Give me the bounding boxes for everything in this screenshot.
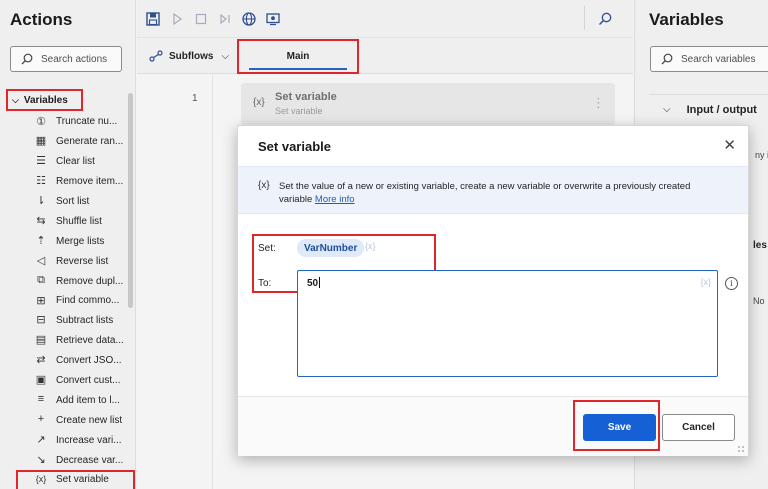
cancel-button[interactable]: Cancel <box>662 414 735 441</box>
value-input[interactable]: 50 {x} <box>297 270 718 377</box>
variable-picker-icon[interactable]: {x} <box>365 241 376 251</box>
info-icon[interactable]: i <box>725 277 738 290</box>
dialog-info-banner: {x} Set the value of a new or existing v… <box>238 166 748 214</box>
dialog-footer: Save Cancel <box>238 396 748 456</box>
to-label: To: <box>258 278 272 289</box>
value-input-text: 50 <box>307 278 319 289</box>
dialog-title: Set variable <box>258 139 331 154</box>
variable-name-chip[interactable]: VarNumber <box>297 239 365 257</box>
resize-grip-icon[interactable] <box>737 445 745 453</box>
set-variable-dialog: Set variable ✕ {x} Set the value of a ne… <box>237 125 749 456</box>
set-label: Set: <box>258 243 276 254</box>
variable-picker-icon[interactable]: {x} <box>700 277 711 287</box>
close-icon[interactable]: ✕ <box>723 136 736 154</box>
more-info-link[interactable]: More info <box>315 194 355 205</box>
variable-braces-icon: {x} <box>258 180 270 191</box>
info-text: Set the value of a new or existing varia… <box>279 180 719 206</box>
save-button[interactable]: Save <box>583 414 656 441</box>
